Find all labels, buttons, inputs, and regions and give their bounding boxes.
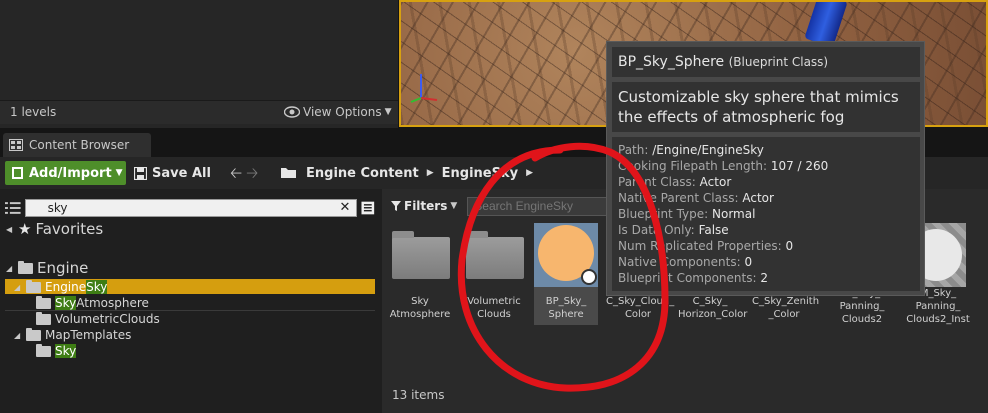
tooltip-asset-name: BP_Sky_Sphere bbox=[618, 54, 725, 70]
add-import-button[interactable]: Add/Import ▼ bbox=[5, 161, 126, 185]
tree-label-maptemplates: MapTemplates bbox=[45, 328, 132, 342]
view-options-label: View Options bbox=[303, 105, 382, 119]
tree-item-maptemplates[interactable]: ◢ MapTemplates bbox=[14, 327, 131, 343]
tree-label-volumetricclouds: VolumetricClouds bbox=[55, 312, 160, 326]
folder-icon bbox=[18, 260, 33, 274]
asset-name: C_Sky_ Horizon_Color bbox=[678, 296, 748, 320]
tooltip-property: Blueprint Components: 2 bbox=[618, 271, 768, 285]
filters-label: Filters bbox=[404, 199, 448, 213]
view-options-button[interactable]: View Options ▼ bbox=[284, 105, 392, 119]
folder-icon bbox=[26, 327, 41, 341]
tooltip-property: Num Replicated Properties: 0 bbox=[618, 239, 794, 253]
asset-tile-volumetricclouds[interactable]: Volumetric Clouds bbox=[462, 223, 526, 321]
breadcrumb-separator-icon[interactable]: ▶ bbox=[427, 168, 434, 178]
expand-triangle-icon[interactable]: ◀ bbox=[6, 225, 14, 234]
axis-gizmo-icon bbox=[410, 74, 438, 103]
history-nav: 🡠 🡢 bbox=[230, 163, 258, 188]
new-asset-icon bbox=[12, 167, 23, 179]
tooltip-description: Customizable sky sphere that mimics the … bbox=[612, 82, 920, 132]
asset-tooltip: BP_Sky_Sphere (Blueprint Class) Customiz… bbox=[606, 41, 925, 296]
favorites-label: Favorites bbox=[35, 220, 104, 238]
tree-item-skyatmosphere[interactable]: SkyAtmosphere bbox=[36, 295, 149, 311]
asset-tile-skyatmosphere[interactable]: Sky Atmosphere bbox=[388, 223, 452, 321]
chevron-down-icon: ▼ bbox=[384, 107, 392, 117]
close-icon[interactable]: ✕ bbox=[339, 200, 350, 216]
asset-name: C_Sky_Zenith _Color bbox=[752, 296, 820, 320]
save-all-label: Save All bbox=[152, 165, 211, 181]
expand-triangle-icon[interactable]: ◢ bbox=[6, 264, 14, 273]
asset-name: BP_Sky_ Sphere bbox=[545, 296, 587, 320]
tooltip-property: Path: /Engine/EngineSky bbox=[618, 143, 764, 157]
folder-thumbnail bbox=[462, 223, 526, 287]
save-all-button[interactable]: Save All bbox=[134, 161, 211, 185]
forward-arrow-icon[interactable]: 🡢 bbox=[246, 163, 258, 188]
asset-name: C_Sky_Cloud_ Color bbox=[606, 296, 675, 320]
tooltip-property: Is Data Only: False bbox=[618, 223, 729, 237]
levels-status-bar: 1 levels View Options ▼ bbox=[0, 100, 398, 124]
add-import-label: Add/Import bbox=[29, 165, 112, 181]
folder-icon bbox=[392, 231, 450, 279]
sources-panel: sky ✕ ◀ ★ Favorites ◢ Engine ◢ EngineSky… bbox=[0, 191, 380, 413]
tree-label-skyatmosphere: SkyAtmosphere bbox=[55, 296, 149, 310]
breadcrumb-separator-icon[interactable]: ▶ bbox=[526, 168, 533, 178]
asset-name: Volumetric Clouds bbox=[467, 296, 521, 320]
breadcrumb: Engine Content ▶ EngineSky ▶ bbox=[280, 161, 533, 185]
tree-item-engine[interactable]: ◢ Engine bbox=[6, 259, 89, 277]
expand-triangle-icon[interactable]: ◢ bbox=[14, 331, 22, 340]
folder-search-value: sky bbox=[47, 201, 68, 215]
tooltip-property: Native Parent Class: Actor bbox=[618, 191, 774, 205]
folder-search-row: sky ✕ bbox=[5, 198, 375, 218]
tooltip-property: Blueprint Type: Normal bbox=[618, 207, 756, 221]
star-icon: ★ bbox=[18, 220, 32, 238]
asset-tile-bp-sky-sphere[interactable]: BP_Sky_ Sphere bbox=[534, 223, 598, 325]
expand-triangle-icon[interactable]: ◢ bbox=[14, 283, 22, 292]
tab-label: Content Browser bbox=[29, 138, 130, 152]
breadcrumb-item-enginesky[interactable]: EngineSky bbox=[442, 166, 518, 181]
tab-content-browser[interactable]: Content Browser bbox=[3, 133, 151, 157]
save-icon bbox=[134, 166, 147, 180]
tooltip-property: Native Components: 0 bbox=[618, 255, 753, 269]
tooltip-property: Parent Class: Actor bbox=[618, 175, 732, 189]
levels-count: 1 levels bbox=[10, 105, 57, 119]
folder-icon bbox=[466, 231, 524, 279]
tree-label-engine: Engine bbox=[37, 259, 89, 277]
folder-search-input[interactable]: sky ✕ bbox=[24, 199, 358, 217]
folder-icon bbox=[26, 279, 41, 293]
asset-name: Sky Atmosphere bbox=[389, 296, 451, 320]
filter-icon bbox=[391, 201, 401, 211]
tree-item-sky[interactable]: Sky bbox=[36, 343, 77, 359]
chevron-down-icon: ▼ bbox=[115, 168, 123, 178]
tree-label-sky: Sky bbox=[55, 344, 77, 358]
sky-sphere-thumbnail-icon bbox=[534, 223, 598, 287]
folder-open-icon[interactable] bbox=[280, 166, 298, 180]
item-count: 13 items bbox=[392, 388, 445, 402]
outliner-panel: 1 levels View Options ▼ bbox=[0, 0, 398, 128]
chevron-down-icon: ▼ bbox=[450, 201, 458, 211]
list-view-icon[interactable] bbox=[361, 201, 375, 215]
eye-icon bbox=[284, 106, 300, 118]
filters-button[interactable]: Filters ▼ bbox=[387, 196, 461, 216]
favorites-section[interactable]: ◀ ★ Favorites bbox=[6, 220, 104, 238]
collapse-sources-icon[interactable] bbox=[5, 201, 21, 215]
tooltip-property: Cooking Filepath Length: 107 / 260 bbox=[618, 159, 829, 173]
folder-thumbnail bbox=[388, 223, 452, 287]
breadcrumb-item-engine-content[interactable]: Engine Content bbox=[306, 166, 419, 181]
folder-icon bbox=[36, 343, 51, 357]
back-arrow-icon[interactable]: 🡠 bbox=[230, 163, 242, 188]
tree-label-enginesky: EngineSky bbox=[45, 280, 108, 294]
folder-icon bbox=[36, 295, 51, 309]
folder-icon bbox=[36, 311, 51, 325]
blueprint-thumbnail bbox=[534, 223, 598, 287]
tooltip-asset-type: (Blueprint Class) bbox=[728, 55, 829, 69]
tree-item-volumetricclouds[interactable]: VolumetricClouds bbox=[36, 311, 160, 327]
tooltip-properties: Path: /Engine/EngineSky Cooking Filepath… bbox=[612, 137, 920, 291]
tooltip-header: BP_Sky_Sphere (Blueprint Class) bbox=[612, 47, 920, 77]
content-browser-icon bbox=[9, 139, 23, 151]
tree-item-enginesky[interactable]: ◢ EngineSky bbox=[14, 279, 108, 295]
